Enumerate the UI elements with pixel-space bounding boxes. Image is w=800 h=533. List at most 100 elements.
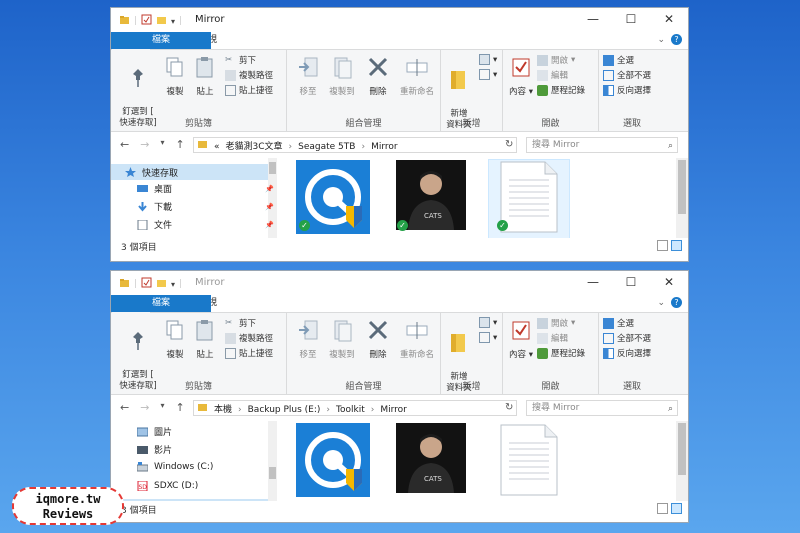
copy-path-button[interactable]: 複製路徑 [225, 69, 273, 81]
nav-item[interactable]: 圖片 [136, 425, 172, 438]
breadcrumb-segment[interactable]: Mirror [371, 142, 398, 152]
maximize-button[interactable]: ☐ [612, 8, 650, 32]
forward-arrow-icon[interactable]: → [140, 138, 149, 151]
refresh-icon[interactable]: ↻ [505, 402, 513, 413]
minimize-button[interactable]: — [574, 271, 612, 295]
nav-scrollbar-thumb[interactable] [269, 467, 276, 479]
new-item-button[interactable]: ▾ [479, 54, 497, 65]
open-button[interactable]: 開啟 ▾ [537, 54, 575, 66]
properties-button[interactable]: 內容 ▾ [507, 319, 535, 361]
select-all-button[interactable]: 全選 [603, 54, 634, 66]
forward-arrow-icon[interactable]: → [140, 401, 149, 414]
customize-quick-access-icon[interactable]: ▾ [171, 280, 175, 289]
address-bar[interactable]: 本機 › Backup Plus (E:) › Toolkit › Mirror [193, 400, 517, 416]
easy-access-button[interactable]: ▾ [479, 332, 497, 343]
delete-button[interactable]: 刪除 [365, 319, 391, 361]
content-scrollbar[interactable] [676, 421, 688, 501]
up-arrow-icon[interactable]: ↑ [175, 401, 184, 414]
easy-access-button[interactable]: ▾ [479, 69, 497, 80]
large-icons-view-icon[interactable] [671, 503, 682, 514]
paste-button[interactable]: 貼上 [193, 56, 217, 98]
new-folder-quick-icon[interactable] [156, 277, 167, 291]
copy-button[interactable]: 複製 [163, 56, 187, 98]
back-arrow-icon[interactable]: ← [120, 401, 129, 414]
file-item[interactable]: CATS老貓對外圖 - 正 [391, 423, 471, 512]
breadcrumb-segment[interactable]: « [214, 142, 220, 152]
breadcrumb-chevron-icon[interactable]: › [289, 142, 293, 152]
properties-quick-icon[interactable] [141, 277, 152, 291]
breadcrumb-segment[interactable]: 本機 [214, 405, 232, 415]
cut-button[interactable]: ✂ 剪下 [225, 317, 256, 330]
content-scrollbar-thumb[interactable] [678, 160, 686, 214]
collapse-ribbon-icon[interactable]: ⌄ [657, 35, 665, 45]
move-to-button[interactable]: 移至 [293, 319, 323, 361]
move-to-button[interactable]: 移至 [293, 56, 323, 98]
rename-button[interactable]: 重新命名 [395, 319, 439, 361]
history-button[interactable]: 歷程記錄 [537, 347, 585, 359]
nav-item[interactable]: 文件 📌 [137, 218, 274, 231]
back-arrow-icon[interactable]: ← [120, 138, 129, 151]
nav-item[interactable]: SD SDXC (D:) [137, 480, 198, 492]
nav-scrollbar[interactable] [268, 421, 277, 501]
up-arrow-icon[interactable]: ↑ [175, 138, 184, 151]
copy-to-button[interactable]: 複製到 [327, 56, 357, 98]
minimize-button[interactable]: — [574, 8, 612, 32]
delete-button[interactable]: 刪除 [365, 56, 391, 98]
close-button[interactable]: ✕ [650, 271, 688, 295]
cut-button[interactable]: ✂ 剪下 [225, 54, 256, 67]
address-bar[interactable]: « 老貓測3C文章 › Seagate 5TB › Mirror [193, 137, 517, 153]
properties-quick-icon[interactable] [141, 14, 152, 28]
copy-path-button[interactable]: 複製路徑 [225, 332, 273, 344]
paste-button[interactable]: 貼上 [193, 319, 217, 361]
breadcrumb-chevron-icon[interactable]: › [238, 405, 242, 415]
select-all-button[interactable]: 全選 [603, 317, 634, 329]
nav-item[interactable]: 快速存取 [111, 164, 268, 180]
details-view-icon[interactable] [657, 240, 668, 251]
open-button[interactable]: 開啟 ▾ [537, 317, 575, 329]
select-none-button[interactable]: 全部不選 [603, 69, 651, 81]
file-item[interactable]: 新文字文件.txt✓ [488, 159, 570, 253]
breadcrumb-segment[interactable]: 老貓測3C文章 [226, 142, 283, 152]
search-input[interactable]: 搜尋 Mirror ⌕ [526, 400, 678, 416]
large-icons-view-icon[interactable] [671, 240, 682, 251]
content-scrollbar-thumb[interactable] [678, 423, 686, 475]
paste-shortcut-button[interactable]: 貼上捷徑 [225, 84, 273, 96]
nav-item[interactable]: 影片 [137, 443, 172, 456]
rename-button[interactable]: 重新命名 [395, 56, 439, 98]
file-item[interactable]: SeagateToolkit. [293, 423, 373, 513]
invert-selection-button[interactable]: 反向選擇 [603, 347, 651, 359]
breadcrumb-chevron-icon[interactable]: › [371, 405, 375, 415]
customize-quick-access-icon[interactable]: ▾ [171, 17, 175, 26]
search-input[interactable]: 搜尋 Mirror ⌕ [526, 137, 678, 153]
breadcrumb-chevron-icon[interactable]: › [326, 405, 330, 415]
content-scrollbar[interactable] [676, 158, 688, 238]
tab-file[interactable]: 檔案 [111, 295, 211, 312]
nav-item[interactable]: 桌面 📌 [137, 182, 274, 195]
breadcrumb-segment[interactable]: Seagate 5TB [298, 142, 355, 152]
breadcrumb-chevron-icon[interactable]: › [361, 142, 365, 152]
help-icon[interactable]: ? [671, 297, 682, 308]
file-item[interactable]: SeagateToolkit.✓ [293, 160, 373, 250]
copy-button[interactable]: 複製 [163, 319, 187, 361]
file-item[interactable]: CATS老貓對外圖 - 正✓ [391, 160, 471, 249]
properties-button[interactable]: 內容 ▾ [507, 56, 535, 98]
select-none-button[interactable]: 全部不選 [603, 332, 651, 344]
refresh-icon[interactable]: ↻ [505, 139, 513, 150]
nav-item[interactable]: Windows (C:) [136, 462, 213, 472]
breadcrumb-segment[interactable]: Mirror [380, 405, 407, 415]
nav-item[interactable]: 下載 📌 [137, 200, 274, 213]
maximize-button[interactable]: ☐ [612, 271, 650, 295]
details-view-icon[interactable] [657, 503, 668, 514]
edit-button[interactable]: 編輯 [537, 69, 568, 81]
new-folder-quick-icon[interactable] [156, 14, 167, 28]
invert-selection-button[interactable]: 反向選擇 [603, 84, 651, 96]
copy-to-button[interactable]: 複製到 [327, 319, 357, 361]
recent-locations-icon[interactable]: ▾ [160, 138, 164, 151]
recent-locations-icon[interactable]: ▾ [160, 401, 164, 414]
breadcrumb-segment[interactable]: Toolkit [336, 405, 365, 415]
edit-button[interactable]: 編輯 [537, 332, 568, 344]
new-item-button[interactable]: ▾ [479, 317, 497, 328]
nav-scrollbar-thumb[interactable] [269, 162, 276, 174]
breadcrumb-segment[interactable]: Backup Plus (E:) [248, 405, 321, 415]
help-icon[interactable]: ? [671, 34, 682, 45]
